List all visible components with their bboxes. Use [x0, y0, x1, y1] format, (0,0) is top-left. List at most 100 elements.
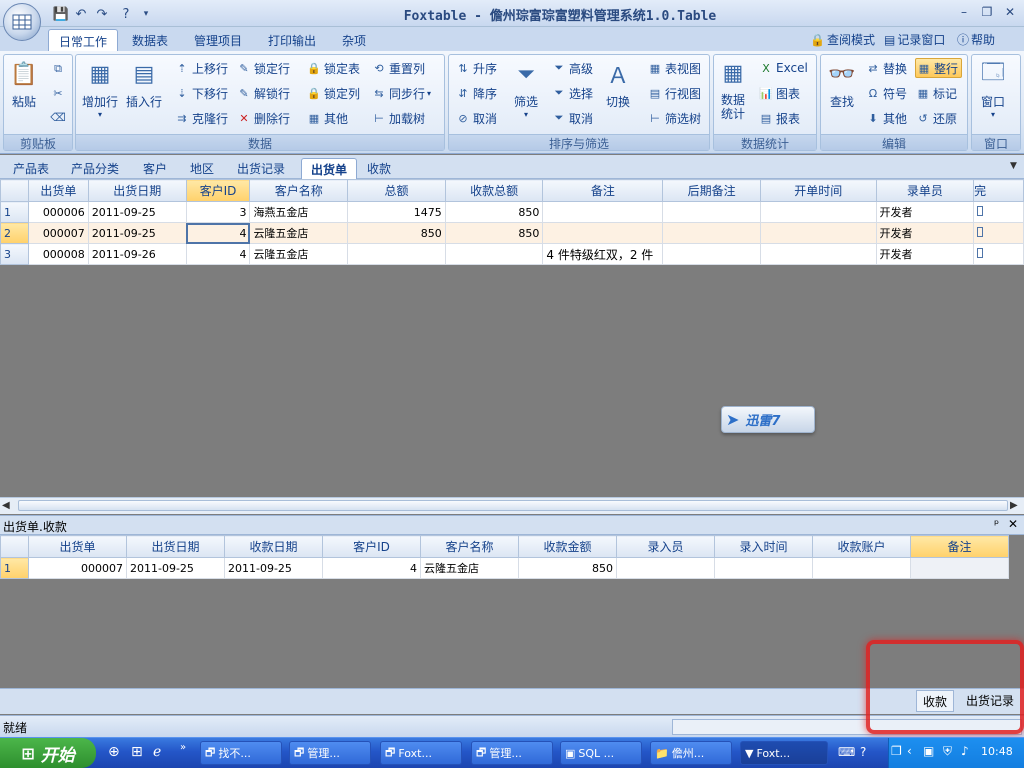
- symbol-button[interactable]: Ω 符号: [865, 83, 907, 103]
- grid-cell[interactable]: [347, 243, 446, 265]
- grid-cell[interactable]: 850: [518, 557, 617, 579]
- volume-icon[interactable]: ♪: [961, 744, 969, 758]
- whole-row-button[interactable]: ▦ 整行: [915, 58, 963, 78]
- grid-cell[interactable]: [760, 222, 877, 244]
- scroll-left-icon[interactable]: ◀: [2, 500, 10, 511]
- lock-row-button[interactable]: ✎ 锁定行: [236, 58, 290, 78]
- column-header[interactable]: 收款总额: [444, 179, 544, 202]
- lock-column-button[interactable]: 🔒 锁定列: [306, 83, 360, 103]
- window-menu-button[interactable]: 🗔 窗口 ▾: [978, 59, 1008, 119]
- column-header[interactable]: 收款账户: [812, 535, 911, 558]
- table-row[interactable]: 3 000008 2011-09-26 4 云隆五金店 4 件特级红双，2 件 …: [0, 243, 1024, 265]
- keyboard-icon[interactable]: ⌨: [838, 745, 855, 759]
- record-window-link[interactable]: ▤ 记录窗口: [884, 31, 945, 48]
- cancel-filter-button[interactable]: ⏷ 取消: [551, 108, 593, 128]
- tab-customers[interactable]: 客户: [134, 158, 176, 179]
- restore-tray-icon[interactable]: ❐: [891, 744, 902, 758]
- filter-tree-button[interactable]: ⊢ 筛选树: [647, 108, 701, 128]
- quicklaunch-windows-icon[interactable]: ⊞: [131, 744, 143, 760]
- table-row[interactable]: 1 000007 2011-09-25 2011-09-25 4 云隆五金店 8…: [0, 557, 1009, 579]
- row-number[interactable]: 3: [0, 243, 29, 265]
- other-button[interactable]: ▦ 其他: [306, 108, 348, 128]
- grid-cell[interactable]: [973, 222, 1024, 244]
- grid-cell[interactable]: 2011-09-25: [126, 557, 225, 579]
- table-view-button[interactable]: ▦ 表视图: [647, 58, 701, 78]
- grid-cell[interactable]: 850: [444, 201, 544, 223]
- column-header[interactable]: 总额: [347, 179, 446, 202]
- sort-descending-button[interactable]: ⇵ 降序: [455, 83, 497, 103]
- grid-cell[interactable]: [760, 201, 877, 223]
- eraser-icon[interactable]: ⌫: [50, 109, 66, 125]
- column-header[interactable]: 出货单: [28, 535, 127, 558]
- cancel-sort-button[interactable]: ⊘ 取消: [455, 108, 497, 128]
- switch-filter-button[interactable]: Ａ 切换: [603, 59, 633, 110]
- tab-region[interactable]: 地区: [181, 158, 223, 179]
- advanced-filter-button[interactable]: ⏷ 高级: [551, 58, 593, 78]
- grid-cell[interactable]: 4: [322, 557, 421, 579]
- tab-shipment-orders[interactable]: 出货单: [301, 158, 358, 179]
- column-header[interactable]: 完: [973, 179, 1024, 202]
- column-header[interactable]: 出货单: [27, 179, 89, 202]
- grid-cell[interactable]: 3: [185, 201, 251, 223]
- close-panel-icon[interactable]: ✕: [1008, 517, 1018, 531]
- column-header[interactable]: 后期备注: [662, 179, 762, 202]
- insert-row-button[interactable]: ▤ 插入行: [126, 59, 162, 110]
- scroll-right-icon[interactable]: ▶: [1010, 500, 1018, 511]
- redo-icon[interactable]: ↷: [93, 5, 111, 23]
- column-header[interactable]: 客户ID: [185, 179, 251, 202]
- restore-button[interactable]: ❐: [976, 5, 998, 21]
- grid-cell[interactable]: [662, 243, 762, 265]
- tab-shipment-records[interactable]: 出货记录: [228, 158, 294, 179]
- table-row[interactable]: 2 000007 2011-09-25 4 云隆五金店 850 850 开发者: [0, 222, 1024, 244]
- pin-icon[interactable]: ᵖ: [994, 517, 999, 531]
- grid-cell[interactable]: 2011-09-25: [87, 222, 187, 244]
- tab-manage-project[interactable]: 管理项目: [184, 29, 252, 51]
- column-header[interactable]: 客户名称: [420, 535, 519, 558]
- grid-cell[interactable]: [662, 222, 762, 244]
- grid-cell[interactable]: 云隆五金店: [249, 222, 349, 244]
- grid-cell[interactable]: 2011-09-25: [224, 557, 323, 579]
- quicklaunch-more-icon[interactable]: »: [180, 742, 186, 753]
- grid-cell[interactable]: [542, 222, 664, 244]
- network-icon[interactable]: ▣: [923, 744, 934, 758]
- clock[interactable]: 10:48: [981, 745, 1013, 758]
- taskbar-button[interactable]: 🗗 管理...: [471, 741, 553, 765]
- unlock-row-button[interactable]: ✎ 解锁行: [236, 83, 290, 103]
- grid-cell[interactable]: [973, 201, 1024, 223]
- row-number[interactable]: 2: [0, 222, 29, 244]
- row-number[interactable]: 1: [0, 557, 29, 579]
- delete-row-button[interactable]: ✕ 删除行: [236, 108, 290, 128]
- lock-table-button[interactable]: 🔒 锁定表: [306, 58, 360, 78]
- quicklaunch-ie-icon[interactable]: ℯ: [153, 744, 161, 760]
- grid-cell[interactable]: 开发者: [875, 222, 975, 244]
- sort-ascending-button[interactable]: ⇅ 升序: [455, 58, 497, 78]
- start-button[interactable]: ⊞ 开始: [0, 738, 96, 768]
- grid-cell[interactable]: 850: [347, 222, 446, 244]
- reset-column-button[interactable]: ⟲ 重置列: [371, 58, 425, 78]
- tab-receipts[interactable]: 收款: [358, 158, 400, 179]
- taskbar-button[interactable]: 📁 儋州...: [650, 741, 732, 765]
- app-menu-button[interactable]: [3, 3, 41, 41]
- tray-collapse-icon[interactable]: ‹: [907, 744, 912, 758]
- column-header[interactable]: 录入时间: [714, 535, 813, 558]
- grid-cell[interactable]: [973, 243, 1024, 265]
- report-button[interactable]: ▤ 报表: [758, 108, 800, 128]
- filter-button[interactable]: ⏷ 筛选 ▾: [511, 59, 541, 120]
- scroll-thumb[interactable]: [18, 500, 1008, 511]
- load-tree-button[interactable]: ⊢ 加载树: [371, 108, 425, 128]
- grid-cell[interactable]: 海燕五金店: [249, 201, 349, 223]
- grid-cell[interactable]: [662, 201, 762, 223]
- undo-icon[interactable]: ↶: [72, 5, 90, 23]
- customize-quick-access-icon[interactable]: ▾: [137, 5, 155, 23]
- grid-cell[interactable]: 1475: [347, 201, 446, 223]
- tab-data-table[interactable]: 数据表: [122, 29, 178, 51]
- grid-cell[interactable]: 000007: [27, 222, 89, 244]
- grid-cell[interactable]: 2011-09-26: [87, 243, 187, 265]
- move-down-button[interactable]: ⇣ 下移行: [174, 83, 228, 103]
- column-header[interactable]: 收款日期: [224, 535, 323, 558]
- column-header[interactable]: 备注: [542, 179, 664, 202]
- data-stats-button[interactable]: ▦ 数据 统计: [718, 59, 748, 122]
- grid-cell[interactable]: [444, 243, 544, 265]
- paste-button[interactable]: 📋 粘贴: [9, 59, 39, 110]
- grid-cell[interactable]: 开发者: [875, 243, 975, 265]
